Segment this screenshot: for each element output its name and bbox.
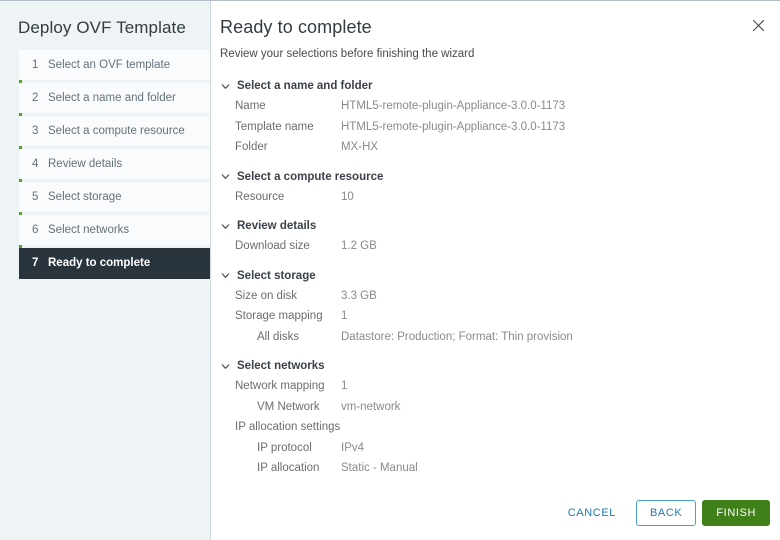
summary-section-title: Review details (237, 220, 317, 232)
summary-row-label: All disks (257, 330, 300, 343)
wizard-step-label: Select a compute resource (48, 125, 185, 137)
wizard-step-number: 2 (32, 92, 39, 104)
summary-row: IP protocol IPv4 (220, 439, 780, 459)
wizard-step-label: Select a name and folder (48, 92, 176, 104)
chevron-down-icon (220, 171, 231, 182)
summary-row-value: Datastore: Production; Format: Thin prov… (341, 330, 573, 343)
summary-row-label: Resource (235, 190, 285, 203)
wizard-step-label: Ready to complete (48, 257, 151, 269)
chevron-down-icon (220, 270, 231, 281)
summary-row: All disks Datastore: Production; Format: … (220, 328, 780, 348)
wizard-step-number: 1 (32, 59, 39, 71)
summary-row-label: VM Network (257, 400, 320, 413)
summary-row-value: Static - Manual (341, 462, 418, 474)
wizard-step-list: 1 Select an OVF template 2 Select a name an… (19, 50, 210, 279)
summary-row-label: Network mapping (235, 380, 325, 392)
back-button[interactable]: BACK (635, 500, 697, 526)
deploy-ovf-template-wizard: Deploy OVF Template 1 Select an OVF templ… (0, 0, 780, 540)
wizard-step-7[interactable]: 7 Ready to complete (19, 248, 210, 279)
summary-row-value: 1 (341, 310, 348, 322)
summary-row: Download size 1.2 GB (220, 237, 780, 257)
summary-section-header[interactable]: Select networks (220, 356, 780, 376)
wizard-steps-container: 1 Select an OVF template 2 Select a name an… (0, 50, 210, 279)
wizard-step-3[interactable]: 3 Select a compute resource (19, 116, 210, 146)
summary-row-label: Size on disk (235, 289, 298, 302)
summary-row-label: Template name (235, 120, 314, 133)
wizard-content-panel: Ready to complete Review your selections… (211, 1, 780, 540)
close-icon[interactable] (748, 15, 768, 35)
wizard-step-5[interactable]: 5 Select storage (19, 182, 210, 212)
summary-row: Storage mapping 1 (220, 307, 780, 327)
summary-row-label: Storage mapping (235, 310, 323, 322)
summary-row: Resource 10 (220, 188, 780, 208)
wizard-step-number: 5 (32, 191, 39, 203)
chevron-down-icon (220, 361, 231, 372)
summary-row: Template name HTML5-remote-plugin-Applian… (220, 118, 780, 138)
summary-row-label: Folder (235, 141, 268, 153)
summary-row-label: IP allocation (257, 462, 320, 474)
summary-row: Folder MX-HX (220, 138, 780, 158)
cancel-button[interactable]: CANCEL (554, 500, 630, 526)
summary-row: IP allocation settings (220, 418, 780, 438)
chevron-down-icon (220, 221, 231, 232)
summary-sections: Select a name and folder Name HTML5-remote… (211, 62, 780, 479)
summary-row-value: HTML5-remote-plugin-Appliance-3.0.0-1173 (341, 120, 566, 133)
wizard-step-4[interactable]: 4 Review details (19, 149, 210, 179)
summary-row: Size on disk 3.3 GB (220, 287, 780, 307)
wizard-step-number: 6 (32, 224, 39, 236)
summary-row-value: IPv4 (341, 441, 365, 454)
summary-row: VM Network vm-network (220, 398, 780, 418)
wizard-step-1[interactable]: 1 Select an OVF template (19, 50, 210, 80)
summary-section-title: Select a compute resource (237, 170, 384, 183)
wizard-step-6[interactable]: 6 Select networks (19, 215, 210, 245)
summary-row: IP allocation Static - Manual (220, 459, 780, 479)
chevron-down-icon (220, 81, 231, 92)
wizard-step-label: Select networks (48, 224, 130, 236)
wizard-footer: CANCEL BACK FINISH (554, 500, 770, 526)
wizard-step-2[interactable]: 2 Select a name and folder (19, 83, 210, 113)
wizard-step-label: Review details (48, 158, 123, 170)
wizard-sidebar: Deploy OVF Template 1 Select an OVF templ… (0, 1, 211, 540)
page-header: Ready to complete Review your selections… (211, 1, 780, 62)
wizard-title: Deploy OVF Template (18, 18, 186, 37)
summary-section-header[interactable]: Review details (220, 216, 780, 236)
summary-row-label: Download size (235, 240, 310, 252)
summary-row-value: 1.2 GB (341, 240, 377, 252)
summary-section-header[interactable]: Select a name and folder (220, 76, 780, 96)
summary-row-value: 10 (341, 190, 354, 203)
summary-row-value: vm-network (341, 400, 401, 413)
wizard-step-label: Select storage (48, 191, 122, 203)
finish-button[interactable]: FINISH (702, 500, 770, 526)
summary-row-value: HTML5-remote-plugin-Appliance-3.0.0-1173 (341, 100, 566, 112)
summary-row-label: Name (235, 100, 266, 112)
page-subtitle: Review your selections before finishing … (220, 48, 475, 60)
summary-section-title: Select networks (237, 360, 325, 372)
summary-row: Network mapping 1 (220, 377, 780, 397)
summary-row-value: 3.3 GB (341, 289, 377, 302)
summary-section-title: Select storage (237, 269, 316, 282)
summary-row-label: IP allocation settings (235, 421, 341, 433)
page-title: Ready to complete (220, 17, 372, 37)
wizard-step-number: 4 (32, 158, 39, 170)
wizard-step-number: 7 (32, 257, 39, 269)
summary-section-header[interactable]: Select storage (220, 266, 780, 286)
summary-row-value: MX-HX (341, 141, 379, 153)
wizard-step-number: 3 (32, 125, 39, 137)
summary-row-value: 1 (341, 380, 348, 392)
wizard-step-label: Select an OVF template (48, 59, 171, 71)
summary-row-label: IP protocol (257, 441, 312, 454)
summary-section-title: Select a name and folder (237, 80, 373, 92)
summary-row: Name HTML5-remote-plugin-Appliance-3.0.0-… (220, 97, 780, 117)
summary-section-header[interactable]: Select a compute resource (220, 167, 780, 187)
